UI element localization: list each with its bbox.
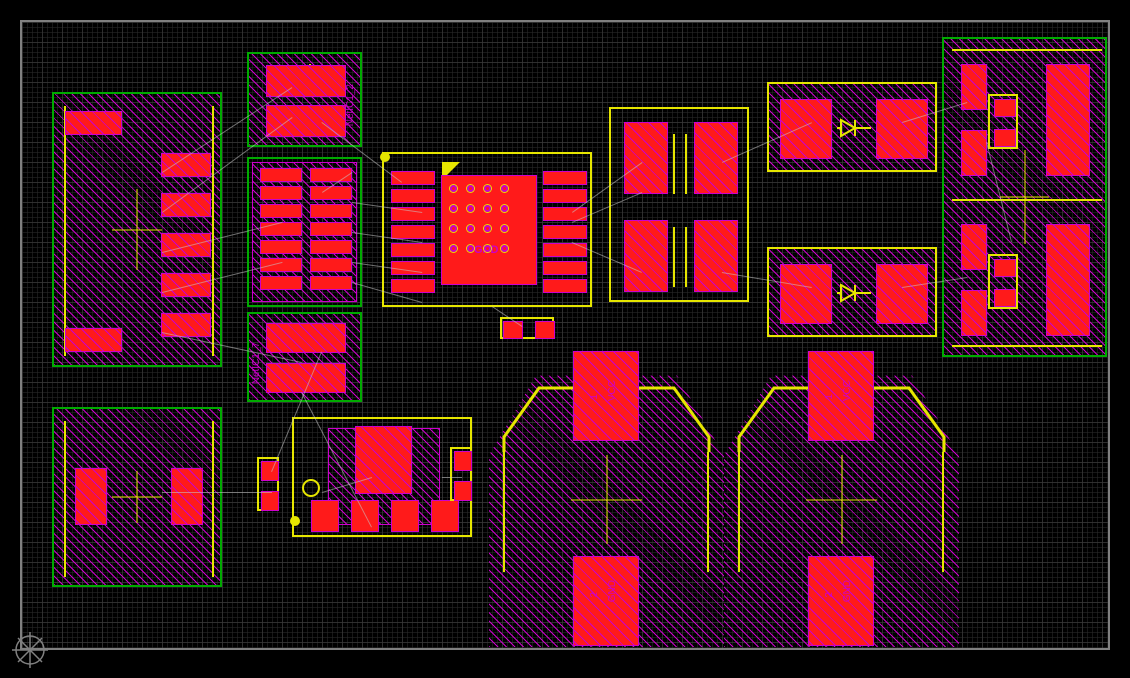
net-label-c2: NetIC1_7 [251,342,262,384]
via[interactable] [450,245,457,252]
via[interactable] [467,245,474,252]
pad-label-1b: 1 [824,394,835,400]
component-c2[interactable]: NetIC1_7 [247,312,362,402]
net-label-vcc: VCC [607,380,618,401]
via[interactable] [501,225,508,232]
net-label-gnd-p2: GND [842,580,853,602]
net-label-gnd-p1: GND [607,580,618,602]
marker-dot [380,152,390,162]
net-label-c1: NetIC1_2 [345,84,356,126]
via[interactable] [501,205,508,212]
via[interactable] [484,225,491,232]
diode-symbol-icon [837,283,871,303]
pcb-canvas[interactable]: NetIC1_2 NetIC1_7 GND [20,20,1110,650]
pad-label-2b: 2 [824,592,835,598]
component-d2[interactable] [767,247,937,337]
via[interactable] [450,225,457,232]
via[interactable] [450,205,457,212]
via[interactable] [484,185,491,192]
pad-label-1: 1 [589,394,600,400]
component-u2[interactable] [247,157,362,307]
component-r2[interactable] [257,457,279,511]
via[interactable] [501,185,508,192]
component-y1[interactable] [609,107,749,302]
via[interactable] [467,225,474,232]
component-d1[interactable] [767,82,937,172]
component-r1[interactable] [500,317,554,339]
component-p2[interactable]: 1 VCC 2 GND [724,352,959,647]
via[interactable] [467,205,474,212]
diode-symbol-icon [837,118,871,138]
component-c1[interactable]: NetIC1_2 [247,52,362,147]
origin-marker-icon [10,630,50,670]
via[interactable] [484,245,491,252]
marker-dot [290,516,300,526]
via[interactable] [484,205,491,212]
component-j3[interactable] [942,37,1107,357]
net-label-vcc-p2: VCC [842,380,853,401]
component-j2[interactable] [52,407,222,587]
component-q1[interactable] [292,417,472,537]
via[interactable] [450,185,457,192]
via[interactable] [467,185,474,192]
component-r3[interactable] [450,447,472,501]
via[interactable] [501,245,508,252]
pad-label-2: 2 [589,592,600,598]
component-p1[interactable]: 1 VCC 2 GND [489,352,724,647]
component-j1[interactable] [52,92,222,367]
